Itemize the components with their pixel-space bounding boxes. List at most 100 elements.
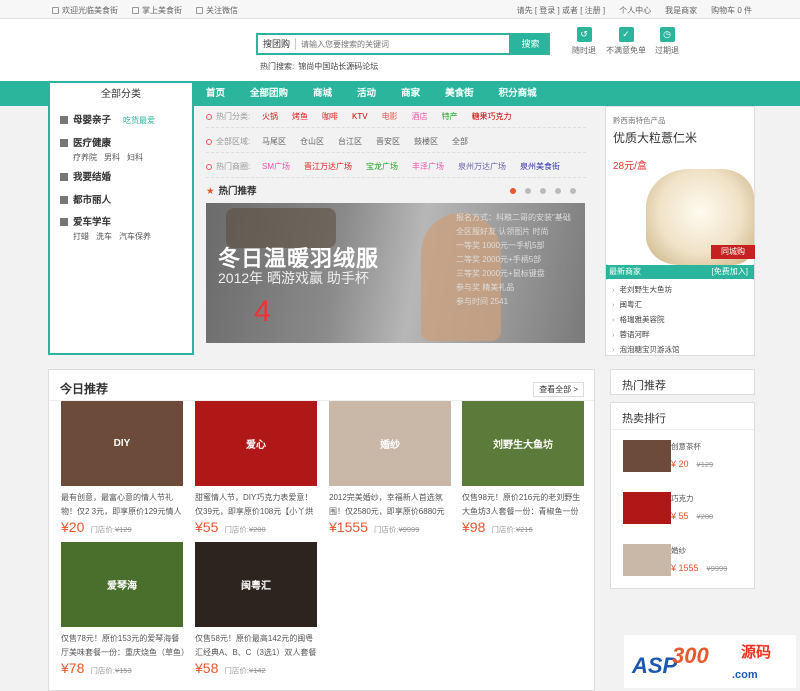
item-image[interactable] bbox=[623, 544, 671, 576]
filter-area[interactable]: 晋安区 bbox=[376, 136, 400, 147]
nav-item-all-deals[interactable]: 全部团购 bbox=[250, 81, 288, 106]
follow-link[interactable]: 关注微信 bbox=[196, 5, 238, 16]
filter-area[interactable]: 台江区 bbox=[338, 136, 362, 147]
nav-item-home[interactable]: 首页 bbox=[206, 81, 225, 106]
deal-card[interactable]: 刘野生大鱼坊 仅售98元！原价216元的老刘野生大鱼坊3人套餐一份：青椒鱼一份+… bbox=[462, 401, 586, 543]
filter-area[interactable]: 全部 bbox=[452, 136, 468, 147]
filter-biz[interactable]: 泉州美食街 bbox=[520, 161, 560, 172]
list-item[interactable]: 蓉语河畔 bbox=[612, 327, 680, 342]
deal-card[interactable]: DIY 最有创意，最富心意的情人节礼物！仅2 3元，即享原价129元情人节DIY… bbox=[61, 401, 185, 543]
filter-area[interactable]: 鼓楼区 bbox=[414, 136, 438, 147]
filter-hotpot[interactable]: 火锅 bbox=[262, 111, 278, 122]
all-categories-tab[interactable]: 全部分类 bbox=[48, 81, 194, 106]
deal-card[interactable]: 婚纱 2012完美婚纱，幸福新人首选氛围！仅2580元，即享原价6880元【凯蒂… bbox=[329, 401, 453, 543]
welcome-link[interactable]: 欢迎光临美食街 bbox=[52, 5, 118, 16]
item-name[interactable]: 创意茶杯 bbox=[671, 441, 701, 452]
carousel-dot[interactable] bbox=[540, 188, 546, 194]
category-tag[interactable]: 吃货最爱 bbox=[123, 116, 155, 125]
category-car[interactable]: 爱车学车 打蜡 洗车 汽车保养 bbox=[60, 214, 158, 242]
category-wedding[interactable]: 我要结婚 bbox=[60, 169, 111, 183]
sub-category[interactable]: 洗车 bbox=[96, 232, 112, 241]
filter-movie[interactable]: 电影 bbox=[382, 111, 398, 122]
deal-image[interactable]: 刘野生大鱼坊 bbox=[462, 401, 584, 486]
nav-item-points-mall[interactable]: 积分商城 bbox=[499, 81, 537, 106]
deal-desc[interactable]: 2012完美婚纱，幸福新人首选氛围！仅2580元，即享原价6880元【凯蒂 bbox=[329, 491, 453, 519]
hot-sale-item[interactable]: 巧克力 ¥ 55 ¥200 bbox=[623, 492, 748, 530]
filter-specialty[interactable]: 特产 bbox=[442, 111, 458, 122]
deal-image[interactable]: 爱心 bbox=[195, 401, 317, 486]
deal-card[interactable]: 闽粤汇 仅售58元！原价最高142元的闽粤汇经典A、B、C（3选1）双人套餐一 … bbox=[195, 542, 319, 684]
person-icon bbox=[60, 196, 68, 204]
list-item[interactable]: 闽粤汇 bbox=[612, 297, 680, 312]
category-beauty[interactable]: 都市丽人 bbox=[60, 192, 111, 206]
star-icon: ★ bbox=[206, 186, 215, 197]
category-sidebar: 母婴亲子 吃货最爱 医疗健康 疗养院 男科 妇科 我要结婚 都市丽人 爱车学车 打蜡洗… bbox=[48, 106, 194, 355]
deal-card[interactable]: 爱心 甜蜜情人节，DIY巧克力表爱意！仅39元，即享原价108元【小丫烘焙 ¥5… bbox=[195, 401, 319, 543]
buy-button[interactable]: 同城购 bbox=[711, 245, 755, 259]
deal-desc[interactable]: 甜蜜情人节，DIY巧克力表爱意！仅39元，即享原价108元【小丫烘焙 bbox=[195, 491, 319, 519]
sub-category[interactable]: 打蜡 bbox=[73, 232, 89, 241]
hot-search-item[interactable]: 锦尚中国站长源码论坛 bbox=[298, 62, 378, 71]
box-title: 热门推荐 bbox=[622, 380, 666, 392]
deal-desc[interactable]: 仅售58元！原价最高142元的闽粤汇经典A、B、C（3选1）双人套餐一 bbox=[195, 632, 319, 660]
deal-desc[interactable]: 最有创意，最富心意的情人节礼物！仅2 3元，即享原价129元情人节DIY实 bbox=[61, 491, 185, 519]
filter-biz[interactable]: 晋江万达广场 bbox=[304, 161, 352, 172]
carousel-dot[interactable] bbox=[510, 188, 516, 194]
nav-item-events[interactable]: 活动 bbox=[357, 81, 376, 106]
deal-card[interactable]: 爱琴海 仅售78元！原价153元的爱琴海餐厅美味套餐一份：重庆烧鱼（草鱼）一 ¥… bbox=[61, 542, 185, 684]
carousel-dot[interactable] bbox=[555, 188, 561, 194]
login-register-link[interactable]: 请先 [ 登录 ] 或者 [ 注册 ] bbox=[517, 5, 605, 16]
filter-ktv[interactable]: KTV bbox=[352, 112, 368, 121]
filter-coffee[interactable]: 咖啡 bbox=[322, 111, 338, 122]
filter-biz[interactable]: SM广场 bbox=[262, 161, 290, 172]
filter-biz[interactable]: 泉州万达广场 bbox=[458, 161, 506, 172]
sub-category[interactable]: 男科 bbox=[104, 153, 120, 162]
nav-item-merchants[interactable]: 商家 bbox=[401, 81, 420, 106]
hot-sale-item[interactable]: 创意茶杯 ¥ 20 ¥129 bbox=[623, 440, 748, 478]
ad-title[interactable]: 优质大粒薏仁米 bbox=[613, 129, 697, 146]
hot-sale-item[interactable]: 婚纱 ¥ 1555 ¥9999 bbox=[623, 544, 748, 582]
filter-hotel[interactable]: 酒店 bbox=[412, 111, 428, 122]
merchant-link[interactable]: 我是商家 bbox=[665, 5, 697, 16]
nav-item-mall[interactable]: 商城 bbox=[313, 81, 332, 106]
carousel-dot[interactable] bbox=[525, 188, 531, 194]
filter-area[interactable]: 仓山区 bbox=[300, 136, 324, 147]
nav-item-food-street[interactable]: 美食街 bbox=[445, 81, 474, 106]
store-price: 门店价:¥200 bbox=[224, 525, 266, 534]
sub-category[interactable]: 汽车保养 bbox=[119, 232, 151, 241]
cart-link[interactable]: 购物车 0 件 bbox=[711, 5, 752, 16]
search-input[interactable] bbox=[296, 39, 497, 49]
filter-candy[interactable]: 糖果巧克力 bbox=[472, 111, 512, 122]
filter-biz[interactable]: 宝龙广场 bbox=[366, 161, 398, 172]
hero-banner[interactable]: 冬日温暖羽绒服 2012年 晒游戏赢 助手杯 4 报名方式：科粮二哥的安装"基础… bbox=[206, 203, 585, 343]
list-item[interactable]: 格瑞雅美容院 bbox=[612, 312, 680, 327]
filter-grilled-fish[interactable]: 烤鱼 bbox=[292, 111, 308, 122]
item-name[interactable]: 巧克力 bbox=[671, 493, 694, 504]
filter-biz[interactable]: 丰泽广场 bbox=[412, 161, 444, 172]
deal-image[interactable]: DIY bbox=[61, 401, 183, 486]
list-item[interactable]: 老刘野生大鱼坊 bbox=[612, 282, 680, 297]
sub-category[interactable]: 妇科 bbox=[127, 153, 143, 162]
user-center-link[interactable]: 个人中心 bbox=[619, 5, 651, 16]
search-button[interactable]: 搜索 bbox=[511, 33, 550, 55]
list-item[interactable]: 泡泡糖宝贝游泳馆 bbox=[612, 342, 680, 357]
item-image[interactable] bbox=[623, 440, 671, 472]
item-image[interactable] bbox=[623, 492, 671, 524]
view-all-button[interactable]: 查看全部 > bbox=[533, 382, 584, 397]
category-medical[interactable]: 医疗健康 疗养院 男科 妇科 bbox=[60, 135, 150, 163]
store-price: 门店价:¥153 bbox=[90, 666, 132, 675]
item-name[interactable]: 婚纱 bbox=[671, 545, 686, 556]
deal-image[interactable]: 闽粤汇 bbox=[195, 542, 317, 627]
sub-category[interactable]: 疗养院 bbox=[73, 153, 97, 162]
deal-desc[interactable]: 仅售98元！原价216元的老刘野生大鱼坊3人套餐一份：青椒鱼一份+啤 bbox=[462, 491, 586, 519]
category-mother-baby[interactable]: 母婴亲子 吃货最爱 bbox=[60, 112, 155, 126]
mobile-link[interactable]: 掌上美食街 bbox=[132, 5, 182, 16]
deal-image[interactable]: 婚纱 bbox=[329, 401, 451, 486]
deal-desc[interactable]: 仅售78元！原价153元的爱琴海餐厅美味套餐一份：重庆烧鱼（草鱼）一 bbox=[61, 632, 185, 660]
home-icon bbox=[52, 7, 59, 14]
filter-area[interactable]: 马尾区 bbox=[262, 136, 286, 147]
deal-image[interactable]: 爱琴海 bbox=[61, 542, 183, 627]
search-type-select[interactable]: 搜团购 bbox=[258, 38, 297, 50]
free-join-link[interactable]: [免费加入] bbox=[712, 265, 748, 279]
carousel-dot[interactable] bbox=[570, 188, 576, 194]
